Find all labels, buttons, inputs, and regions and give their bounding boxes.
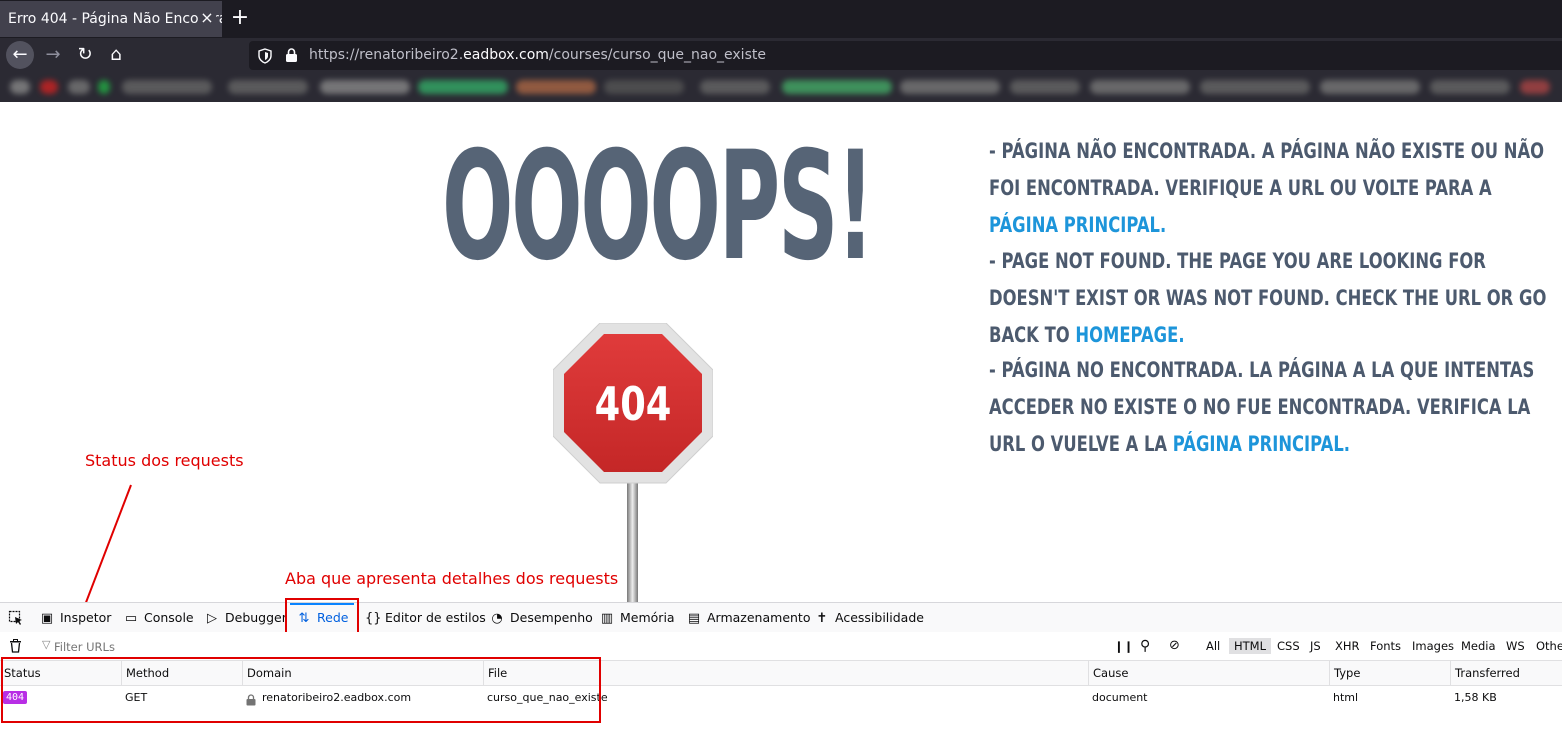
home-button[interactable]: ⌂ [103,42,129,68]
block-icon[interactable]: ⊘ [1169,632,1180,660]
bookmark-item[interactable] [1320,80,1420,94]
tab-close-icon[interactable]: × [198,9,216,27]
tab-label: Debugger [225,610,287,625]
annotation-tab-label: Aba que apresenta detalhes dos requests [285,569,619,588]
column-transferred[interactable]: Transferred [1450,661,1562,685]
filter-fonts[interactable]: Fonts [1370,632,1401,660]
lock-icon [286,48,297,62]
gauge-icon: ◔ [491,611,503,626]
message-text: - PÁGINA NÃO ENCONTRADA. A PÁGINA NÃO EX… [989,139,1545,200]
search-icon[interactable]: ⚲ [1140,632,1150,660]
trash-icon[interactable] [9,639,22,653]
bookmark-item[interactable] [782,80,892,94]
tab-console[interactable]: ▭ Console [124,603,194,632]
shield-icon[interactable] [258,48,272,64]
tab-title: Erro 404 - Página Não Encontrada [8,11,222,27]
debugger-icon: ▷ [207,611,217,626]
bookmark-item[interactable] [516,80,596,94]
sign-text: 404 [595,377,672,431]
storage-icon: ▤ [687,611,701,626]
column-cause[interactable]: Cause [1088,661,1329,685]
braces-icon: {} [365,611,382,626]
bookmark-item[interactable] [900,80,1000,94]
tab-debugger[interactable]: ▷ Debugger [205,603,287,632]
bookmark-item[interactable] [10,80,30,94]
url-host: eadbox.com [463,47,549,63]
tab-memory[interactable]: ▥ Memória [600,603,675,632]
tab-accessibility[interactable]: ✝ Acessibilidade [815,603,924,632]
cell-transferred: 1,58 KB [1454,691,1497,704]
new-tab-button[interactable]: + [229,7,251,29]
bookmark-item[interactable] [1430,80,1510,94]
tab-style-editor[interactable]: {} Editor de estilos [365,603,486,632]
bookmark-item[interactable] [98,80,110,94]
filter-media[interactable]: Media [1461,632,1496,660]
filter-js[interactable]: JS [1310,632,1321,660]
tab-label: Editor de estilos [385,610,486,625]
filter-css[interactable]: CSS [1277,632,1300,660]
bookmark-item[interactable] [1520,80,1550,94]
bookmark-item[interactable] [700,80,770,94]
forward-button[interactable]: → [40,42,66,68]
bookmark-item[interactable] [320,80,410,94]
filter-urls-input[interactable] [40,636,356,658]
message-text: - PAGE NOT FOUND. THE PAGE YOU ARE LOOKI… [989,249,1547,347]
filter-images[interactable]: Images [1412,632,1454,660]
back-button[interactable]: ← [6,41,34,69]
pagina-principal-link[interactable]: PÁGINA PRINCIPAL. [1173,432,1350,456]
tab-performance[interactable]: ◔ Desempenho [490,603,593,632]
filter-html[interactable]: HTML [1229,638,1272,654]
error-message-en: - PAGE NOT FOUND. THE PAGE YOU ARE LOOKI… [989,243,1561,354]
cell-cause: document [1092,691,1148,704]
inspector-icon: ▣ [40,611,54,626]
main-page-link[interactable]: PÁGINA PRINCIPAL. [989,213,1166,237]
reload-button[interactable]: ↻ [72,42,98,68]
tab-label: Console [144,610,194,625]
filter-other[interactable]: Other [1536,632,1562,660]
tab-label: Desempenho [510,610,593,625]
tab-label: Inspetor [60,610,112,625]
accessibility-icon: ✝ [816,611,828,626]
tab-storage[interactable]: ▤ Armazenamento [687,603,811,632]
tab-inspector[interactable]: ▣ Inspetor [40,603,112,632]
bookmarks-bar [0,72,1562,102]
homepage-link[interactable]: HOMEPAGE. [1075,323,1184,347]
bookmark-item[interactable] [604,80,684,94]
annotation-status-label: Status dos requests [85,451,244,470]
bookmark-item[interactable] [1090,80,1190,94]
annotation-network-tab-box [285,598,359,636]
error-message-es: - PÁGINA NO ENCONTRADA. LA PÁGINA A LA Q… [989,352,1561,463]
annotation-columns-box [1,657,601,723]
console-icon: ▭ [124,611,138,626]
cell-type: html [1333,691,1359,704]
tab-label: Acessibilidade [835,610,924,625]
browser-tab[interactable]: Erro 404 - Página Não Encontrada [0,1,222,37]
bookmark-item[interactable] [418,80,508,94]
stop-sign-illustration: 404 [553,323,713,603]
bookmark-item[interactable] [40,80,58,94]
pause-icon[interactable]: ❙❙ [1114,632,1133,660]
bookmark-item[interactable] [1200,80,1310,94]
bookmark-item[interactable] [1010,80,1080,94]
url-text[interactable]: https://renatoribeiro2.eadbox.com/course… [309,47,766,63]
url-prefix: https://renatoribeiro2. [309,47,464,63]
filter-all[interactable]: All [1206,632,1220,660]
memory-chip-icon: ▥ [600,611,614,626]
bookmark-item[interactable] [68,80,90,94]
filter-ws[interactable]: WS [1506,632,1525,660]
tab-label: Armazenamento [707,610,811,625]
element-picker-icon[interactable] [8,610,24,626]
column-type[interactable]: Type [1329,661,1450,685]
bookmark-item[interactable] [228,80,308,94]
tab-label: Memória [620,610,675,625]
error-headline: OOOOPS! [442,120,875,294]
filter-xhr[interactable]: XHR [1335,632,1360,660]
url-path: /courses/curso_que_nao_existe [548,47,766,63]
error-message-pt: - PÁGINA NÃO ENCONTRADA. A PÁGINA NÃO EX… [989,133,1561,244]
bookmark-item[interactable] [122,80,212,94]
